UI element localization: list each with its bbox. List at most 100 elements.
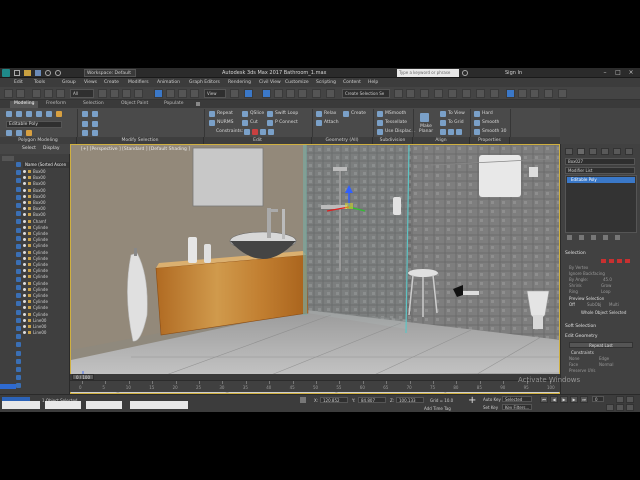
explorer-filter-icon[interactable] xyxy=(16,170,21,176)
ring-button[interactable]: Ring xyxy=(569,289,578,294)
explorer-filter-icon[interactable] xyxy=(16,194,21,200)
create-button[interactable]: Create xyxy=(351,111,366,116)
edit-named-selection-icon[interactable] xyxy=(312,89,321,98)
visibility-eye-icon[interactable] xyxy=(23,312,26,316)
group-properties[interactable]: Properties xyxy=(470,137,510,144)
previous-frame-icon[interactable]: ◀ xyxy=(550,396,558,403)
explorer-filter-icon[interactable] xyxy=(16,317,21,323)
tab-modeling[interactable]: Modeling xyxy=(10,101,39,108)
align-x-icon[interactable] xyxy=(440,129,446,135)
element-icon[interactable] xyxy=(46,111,52,117)
create-icon[interactable] xyxy=(343,111,349,117)
named-selection-set-dropdown[interactable]: Create Selection Se xyxy=(342,89,390,98)
render-iterative-icon[interactable] xyxy=(530,89,539,98)
freeze-icon[interactable] xyxy=(28,232,31,235)
edge-subobj-icon[interactable] xyxy=(609,259,614,263)
explorer-filter-icon[interactable] xyxy=(16,375,21,381)
freeze-icon[interactable] xyxy=(28,188,31,192)
list-item[interactable]: Box00 xyxy=(23,200,69,206)
repeat-button[interactable]: Repeat xyxy=(217,111,233,116)
open-folder-icon[interactable] xyxy=(24,70,31,76)
msmooth-icon[interactable] xyxy=(377,111,383,117)
freeze-icon[interactable] xyxy=(28,275,31,279)
grow-icon[interactable] xyxy=(82,111,88,117)
bind-space-warp-icon[interactable] xyxy=(56,89,65,98)
taskbar-item-4[interactable] xyxy=(130,401,188,409)
vertex-subobj-icon[interactable] xyxy=(601,259,606,263)
explorer-filter-icon[interactable] xyxy=(16,219,21,225)
edit-geometry-rollout-header[interactable]: Edit Geometry xyxy=(565,334,637,340)
app-logo-icon[interactable] xyxy=(2,69,10,77)
time-config-icon[interactable] xyxy=(606,404,614,411)
current-frame-field[interactable]: 0 xyxy=(592,396,604,402)
configure-sets-icon[interactable] xyxy=(615,235,620,240)
freeze-icon[interactable] xyxy=(28,318,31,322)
repeat-last-button[interactable]: Repeat Last xyxy=(569,342,633,348)
polygon-subobj-icon[interactable] xyxy=(625,259,630,263)
visibility-eye-icon[interactable] xyxy=(23,250,26,254)
a360-gallery-icon[interactable] xyxy=(558,89,567,98)
list-item[interactable]: Box00 xyxy=(23,181,69,187)
explorer-filter-icon[interactable] xyxy=(16,334,21,340)
editable-poly-dropdown[interactable]: Editable Poly xyxy=(6,121,62,128)
pin-stack-icon[interactable] xyxy=(567,235,572,240)
loop-mode-icon[interactable] xyxy=(82,130,88,136)
swift-loop-button[interactable]: Swift Loop xyxy=(275,111,298,116)
make-unique-icon[interactable] xyxy=(591,235,596,240)
msmooth-button[interactable]: MSmooth xyxy=(385,111,406,116)
select-object-icon[interactable] xyxy=(98,89,107,98)
taskbar-item-3[interactable] xyxy=(86,401,122,409)
visibility-eye-icon[interactable] xyxy=(23,306,26,310)
to-grid-button[interactable]: To Grid xyxy=(448,120,464,125)
visibility-eye-icon[interactable] xyxy=(23,219,26,223)
visibility-eye-icon[interactable] xyxy=(23,287,26,291)
loop-icon[interactable] xyxy=(82,121,88,127)
to-view-icon[interactable] xyxy=(440,111,446,117)
render-in-cloud-icon[interactable] xyxy=(544,89,553,98)
hard-button[interactable]: Hard xyxy=(482,111,493,116)
explorer-filter-icon[interactable] xyxy=(16,367,21,372)
smooth-icon[interactable] xyxy=(474,120,480,126)
visibility-eye-icon[interactable] xyxy=(23,325,26,328)
soft-selection-rollout-header[interactable]: Soft Selection xyxy=(565,324,637,330)
modify-tab-icon[interactable] xyxy=(577,148,585,155)
visibility-eye-icon[interactable] xyxy=(23,170,26,173)
constraint-edge-icon[interactable] xyxy=(252,129,258,135)
list-item[interactable]: Cylinde xyxy=(23,268,69,274)
list-item[interactable]: Cylinde xyxy=(23,281,69,287)
p-connect-button[interactable]: P Connect xyxy=(275,120,298,125)
toggle-ribbon-icon[interactable] xyxy=(434,89,443,98)
material-editor-icon[interactable] xyxy=(476,89,485,98)
list-item[interactable]: Box00 xyxy=(23,188,69,194)
list-item[interactable]: Box00 xyxy=(23,212,69,218)
smooth-30-button[interactable]: Smooth 30 xyxy=(482,129,507,134)
make-planar-icon[interactable] xyxy=(420,113,429,122)
freeze-icon[interactable] xyxy=(28,182,31,186)
key-filters-button[interactable]: Key Filters... xyxy=(502,404,532,410)
list-item[interactable]: Line00 xyxy=(23,330,69,336)
visibility-eye-icon[interactable] xyxy=(23,269,26,273)
zoom-extents-icon[interactable] xyxy=(616,404,624,411)
zoom-icon[interactable] xyxy=(616,396,624,403)
previous-modifier-icon[interactable] xyxy=(6,130,12,136)
freeze-icon[interactable] xyxy=(28,325,31,328)
selection-filter-dropdown[interactable]: All xyxy=(70,89,94,98)
loop-button[interactable]: Loop xyxy=(601,289,611,294)
list-item[interactable]: Chamf xyxy=(23,219,69,225)
unlink-icon[interactable] xyxy=(44,89,53,98)
visibility-eye-icon[interactable] xyxy=(23,201,26,204)
set-key-button[interactable]: Set Key xyxy=(483,405,498,410)
p-connect-icon[interactable] xyxy=(267,120,273,126)
qslice-icon[interactable] xyxy=(242,111,248,117)
angle-snap-icon[interactable] xyxy=(274,89,283,98)
edge-icon[interactable] xyxy=(16,111,22,117)
object-name-field[interactable]: Box027 xyxy=(565,158,635,165)
visibility-eye-icon[interactable] xyxy=(23,244,26,248)
menu-civil-view[interactable]: Civil View xyxy=(259,80,281,85)
visibility-eye-icon[interactable] xyxy=(23,275,26,279)
hard-icon[interactable] xyxy=(474,111,480,117)
explorer-filter-icon[interactable] xyxy=(16,309,21,315)
menu-tools[interactable]: Tools xyxy=(34,80,45,85)
freeze-icon[interactable] xyxy=(28,269,31,273)
z-coordinate-field[interactable]: 100.133 xyxy=(396,397,424,403)
